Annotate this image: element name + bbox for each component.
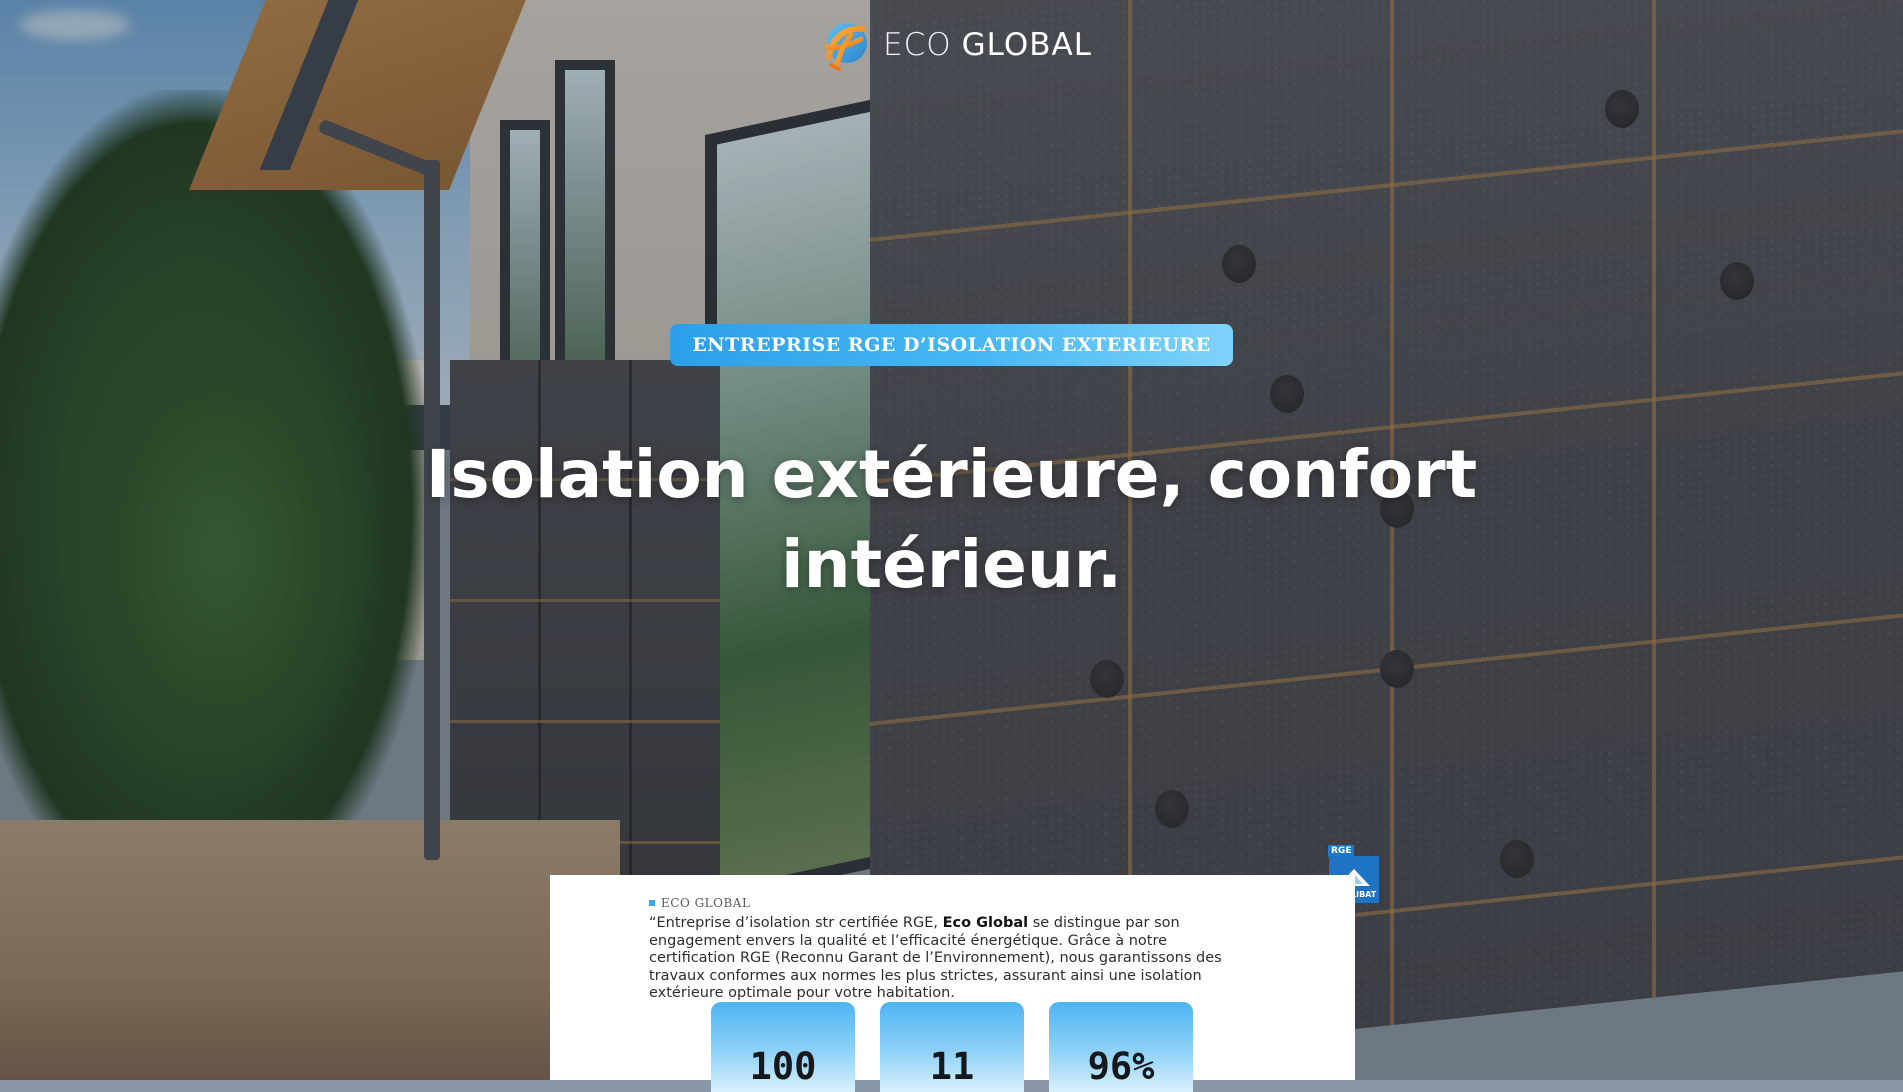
card-eyebrow-text: ECO GLOBAL — [661, 896, 751, 910]
stat-value: 100 — [749, 1045, 817, 1088]
hero-title: Isolation extérieure, confort intérieur. — [425, 436, 1478, 603]
stat-card: 100 — [711, 1002, 855, 1092]
brand-logo-link[interactable]: ECO GLOBAL — [817, 14, 1092, 76]
stats-row: 100 11 96% — [711, 1002, 1193, 1092]
card-description: “Entreprise d’isolation str certifiée RG… — [649, 915, 1249, 1003]
card-eyebrow: ECO GLOBAL — [649, 896, 750, 910]
stat-value: 11 — [929, 1045, 975, 1088]
intro-card: ECO GLOBAL “Entreprise d’isolation str c… — [550, 875, 1355, 1092]
brand-wordmark: ECO GLOBAL — [883, 27, 1092, 63]
brand-name-eco: ECO — [883, 27, 952, 63]
site-header: ECO GLOBAL — [0, 0, 1903, 90]
brand-name-global: GLOBAL — [961, 27, 1092, 63]
eco-global-globe-logo-icon — [817, 17, 873, 73]
eyebrow-square-icon — [649, 900, 655, 906]
stat-value: 96% — [1087, 1045, 1155, 1088]
hero-badge: ENTREPRISE RGE D’ISOLATION EXTERIEURE — [670, 324, 1233, 366]
stat-card: 11 — [880, 1002, 1024, 1092]
card-text-start: “Entreprise d’isolation str certifiée RG… — [649, 915, 943, 931]
card-text-brand: Eco Global — [942, 915, 1029, 931]
stat-card: 96% — [1049, 1002, 1193, 1092]
